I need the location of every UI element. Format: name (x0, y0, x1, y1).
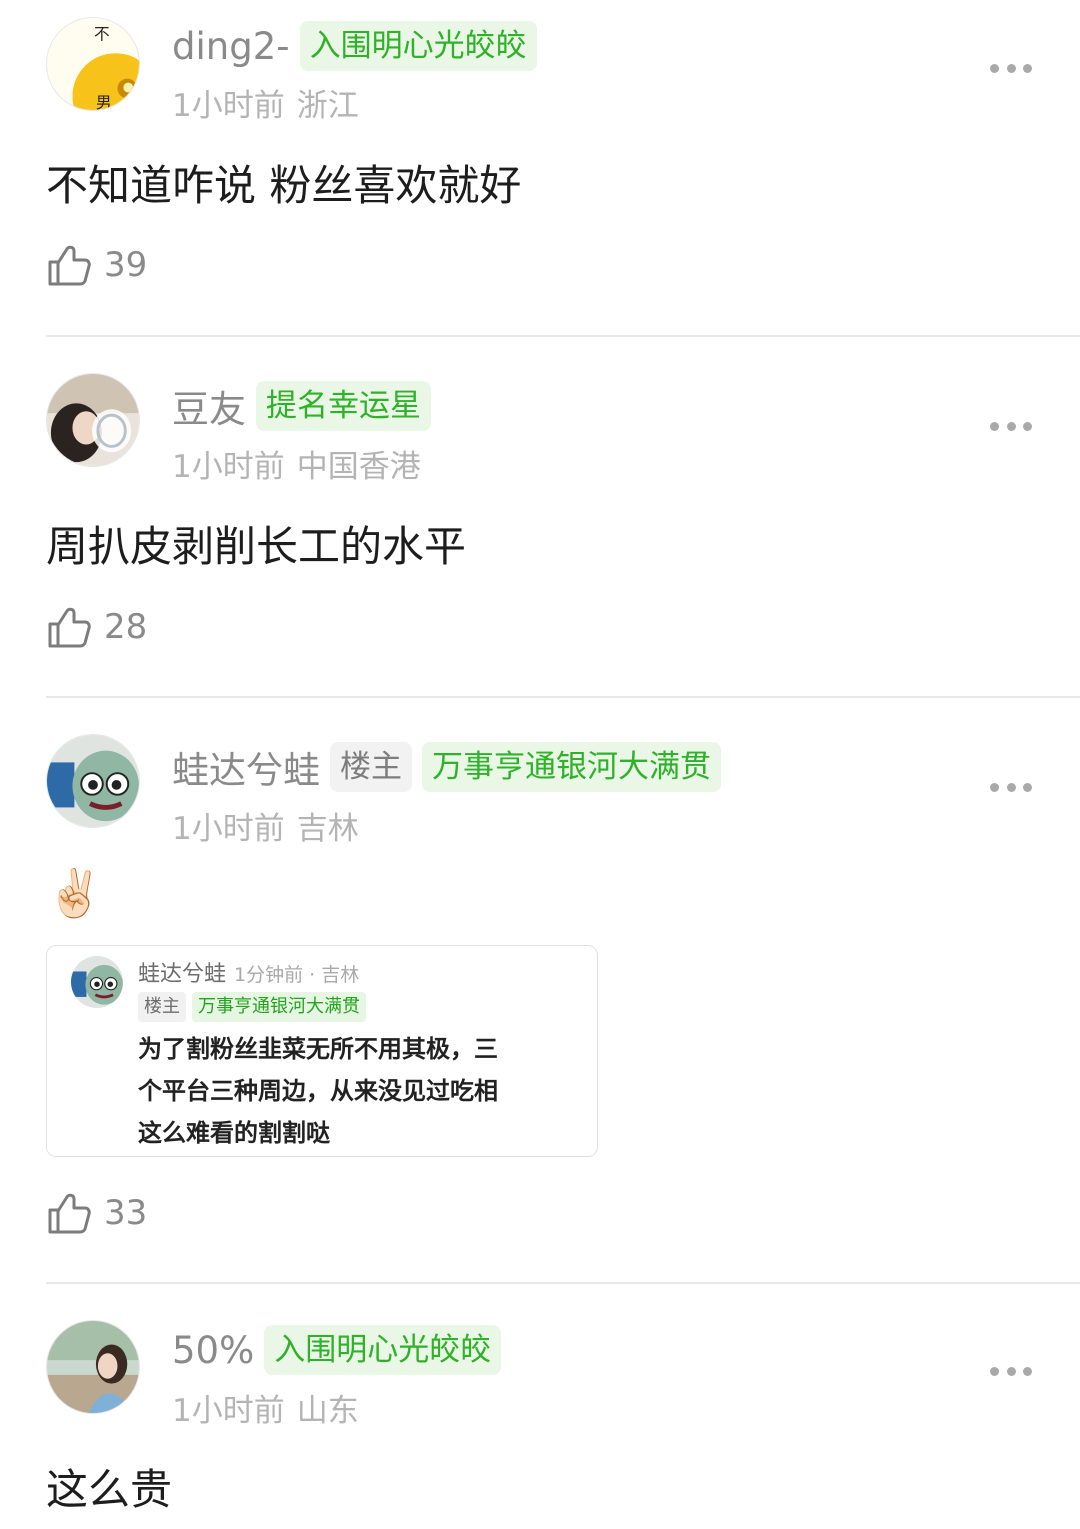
like-button[interactable]: 39 (46, 240, 147, 290)
comment-time: 1小时前 (172, 1393, 285, 1429)
comment-location: 吉林 (296, 811, 359, 847)
like-count: 33 (104, 1193, 148, 1233)
comment-time: 1小时前 (172, 88, 285, 124)
comment-meta: 1小时前 浙江 (172, 80, 371, 125)
like-count: 28 (104, 607, 148, 647)
honor-badge[interactable]: 入围明心光皎皎 (264, 1325, 502, 1375)
op-badge: 楼主 (330, 742, 412, 792)
svg-text:不: 不 (94, 25, 110, 44)
username[interactable]: ding2- (172, 25, 290, 68)
like-button[interactable]: 28 (46, 602, 147, 652)
honor-badge[interactable]: 万事亨通银河大满贯 (422, 742, 721, 792)
comment-text: 这么贵 (46, 1465, 173, 1514)
comment-meta: 1小时前 吉林 (172, 803, 371, 848)
svg-text:男: 男 (96, 93, 112, 110)
quote-op-badge: 楼主 (138, 992, 186, 1022)
divider (46, 696, 1080, 698)
more-dots-icon[interactable] (990, 420, 1032, 432)
quote-line: 这么难看的割割哒 (138, 1119, 330, 1147)
name-row: 豆友 提名幸运星 (172, 380, 441, 432)
quote-line: 个平台三种周边，从来没见过吃相 (138, 1077, 498, 1105)
username[interactable]: 50% (172, 1329, 254, 1372)
quote-time: 1分钟前 · 吉林 (234, 964, 360, 986)
name-row: 50% 入围明心光皎皎 (172, 1324, 511, 1376)
thumbs-up-icon (48, 1193, 91, 1234)
quote-badges: 楼主 万事亨通银河大满贯 (138, 992, 372, 1022)
like-button[interactable]: 33 (46, 1188, 147, 1238)
quote-honor-badge: 万事亨通银河大满贯 (192, 992, 366, 1022)
quote-text: 为了割粉丝韭菜无所不用其极，三 个平台三种周边，从来没见过吃相 这么难看的割割哒 (138, 1028, 578, 1154)
avatar[interactable] (46, 1320, 140, 1414)
avatar[interactable] (46, 734, 140, 828)
comment-meta: 1小时前 中国香港 (172, 441, 433, 486)
thumbs-up-icon (48, 607, 91, 648)
more-dots-icon[interactable] (990, 781, 1032, 793)
divider (46, 1282, 1080, 1284)
quote-header: 蛙达兮蛙 1分钟前 · 吉林 (138, 956, 359, 988)
avatar[interactable]: 不 男 (46, 17, 140, 111)
comment-text: 不知道咋说 粉丝喜欢就好 (46, 161, 522, 210)
username[interactable]: 蛙达兮蛙 (172, 740, 320, 794)
thumbs-up-icon (48, 245, 91, 286)
more-dots-icon[interactable] (990, 1365, 1032, 1377)
quote-username: 蛙达兮蛙 (138, 962, 227, 987)
comment-time: 1小时前 (172, 811, 285, 847)
comment-location: 山东 (296, 1393, 359, 1429)
avatar[interactable] (46, 373, 140, 467)
comment-time: 1小时前 (172, 449, 285, 485)
quote-line: 为了割粉丝韭菜无所不用其极，三 (138, 1035, 498, 1063)
honor-badge[interactable]: 提名幸运星 (256, 381, 431, 431)
comment-text: 周扒皮剥削长工的水平 (46, 522, 467, 571)
comment-meta: 1小时前 山东 (172, 1385, 371, 1430)
honor-badge[interactable]: 入围明心光皎皎 (299, 21, 537, 71)
more-dots-icon[interactable] (990, 62, 1032, 74)
divider (46, 335, 1080, 337)
quote-avatar (71, 956, 123, 1008)
quoted-reply[interactable]: 蛙达兮蛙 1分钟前 · 吉林 楼主 万事亨通银河大满贯 为了割粉丝韭菜无所不用其极… (46, 945, 598, 1157)
username[interactable]: 豆友 (172, 379, 246, 433)
comment-location: 中国香港 (296, 449, 421, 485)
name-row: ding2- 入围明心光皎皎 (172, 20, 547, 72)
like-count: 39 (104, 245, 148, 285)
comment-location: 浙江 (296, 88, 359, 124)
comment-emoji: ✌🏻 (46, 866, 104, 920)
name-row: 蛙达兮蛙 楼主 万事亨通银河大满贯 (172, 741, 731, 793)
